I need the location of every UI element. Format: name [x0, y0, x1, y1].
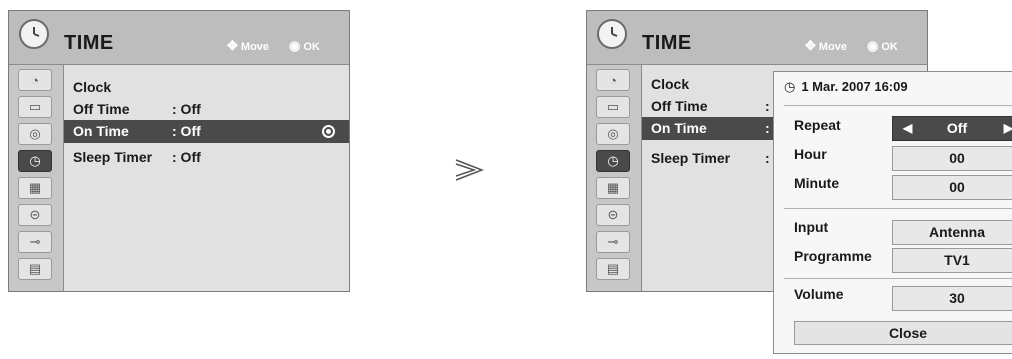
speaker-icon[interactable]: ◎: [596, 123, 630, 145]
sidebar: ◔ ▭ ◎ ◷ ▦ ⊝ ⊸ ▤: [9, 65, 64, 291]
menu-header: TIME ✥ Move ◉ OK: [9, 11, 349, 65]
lock-icon[interactable]: ⊝: [18, 204, 52, 226]
divider: [784, 208, 1012, 209]
clock-icon: [19, 19, 49, 49]
input-label: Input: [794, 219, 829, 235]
menu-title: TIME: [64, 32, 114, 54]
plug-icon[interactable]: ⊸: [18, 231, 52, 253]
ok-hint: ◉ OK: [867, 38, 898, 53]
ok-circle-icon: ◉: [867, 38, 879, 53]
divider: [784, 105, 1012, 106]
programme-field[interactable]: TV1: [892, 248, 1012, 273]
volume-field[interactable]: 30: [892, 286, 1012, 311]
move-arrows-icon: ✥: [227, 38, 238, 53]
satellite-icon[interactable]: ◔: [596, 69, 630, 91]
popup-datetime: ◷ 1 Mar. 2007 16:09: [784, 79, 908, 94]
satellite-icon[interactable]: ◔: [18, 69, 52, 91]
picture-frame-icon[interactable]: ▦: [596, 177, 630, 199]
sidebar: ◔ ▭ ◎ ◷ ▦ ⊝ ⊸ ▤: [587, 65, 642, 291]
clock-icon[interactable]: ◷: [18, 150, 52, 172]
menu-title: TIME: [642, 32, 692, 54]
monitor-icon[interactable]: ▭: [596, 96, 630, 118]
move-hint: ✥ Move: [227, 38, 270, 53]
left-time-menu: TIME ✥ Move ◉ OK ◔ ▭ ◎ ◷ ▦ ⊝ ⊸ ▤ Clock Off…: [8, 10, 350, 292]
clock-icon: ◷: [784, 79, 796, 94]
on-time-popup: ◷ 1 Mar. 2007 16:09 Repeat ◀ Off ▶ Hour 00 …: [773, 71, 1012, 354]
input-field[interactable]: Antenna: [892, 220, 1012, 245]
menu-item-clock[interactable]: Clock: [64, 76, 349, 99]
lock-icon[interactable]: ⊝: [596, 204, 630, 226]
clapperboard-icon[interactable]: ▤: [18, 258, 52, 280]
move-hint: ✥ Move: [805, 38, 848, 53]
menu-item-off-time[interactable]: Off Time: Off: [64, 98, 349, 121]
volume-label: Volume: [794, 286, 844, 302]
divider: [784, 278, 1012, 279]
programme-label: Programme: [794, 248, 872, 264]
clock-icon: [597, 19, 627, 49]
repeat-label: Repeat: [794, 117, 841, 133]
menu-content: Clock Off Time: Off On Time: Off Sleep T…: [64, 65, 349, 291]
minute-field[interactable]: 00: [892, 175, 1012, 200]
move-arrows-icon: ✥: [805, 38, 816, 53]
clock-icon[interactable]: ◷: [596, 150, 630, 172]
clapperboard-icon[interactable]: ▤: [596, 258, 630, 280]
menu-item-sleep-timer[interactable]: Sleep Timer: Off: [64, 146, 349, 169]
arrow-right-icon[interactable]: ▶: [1004, 117, 1012, 140]
hour-field[interactable]: 00: [892, 146, 1012, 171]
monitor-icon[interactable]: ▭: [18, 96, 52, 118]
hour-label: Hour: [794, 146, 827, 162]
ok-hint: ◉ OK: [289, 38, 320, 53]
picture-frame-icon[interactable]: ▦: [18, 177, 52, 199]
double-chevron-icon: [454, 157, 486, 188]
close-button[interactable]: Close: [794, 321, 1012, 345]
plug-icon[interactable]: ⊸: [596, 231, 630, 253]
ok-circle-icon: ◉: [289, 38, 301, 53]
arrow-left-icon[interactable]: ◀: [903, 117, 912, 140]
menu-item-on-time[interactable]: On Time: Off: [64, 120, 349, 143]
menu-header: TIME ✥ Move ◉ OK: [587, 11, 927, 65]
speaker-icon[interactable]: ◎: [18, 123, 52, 145]
repeat-selector[interactable]: ◀ Off ▶: [892, 116, 1012, 141]
minute-label: Minute: [794, 175, 840, 191]
selection-radio-icon: [322, 125, 335, 138]
